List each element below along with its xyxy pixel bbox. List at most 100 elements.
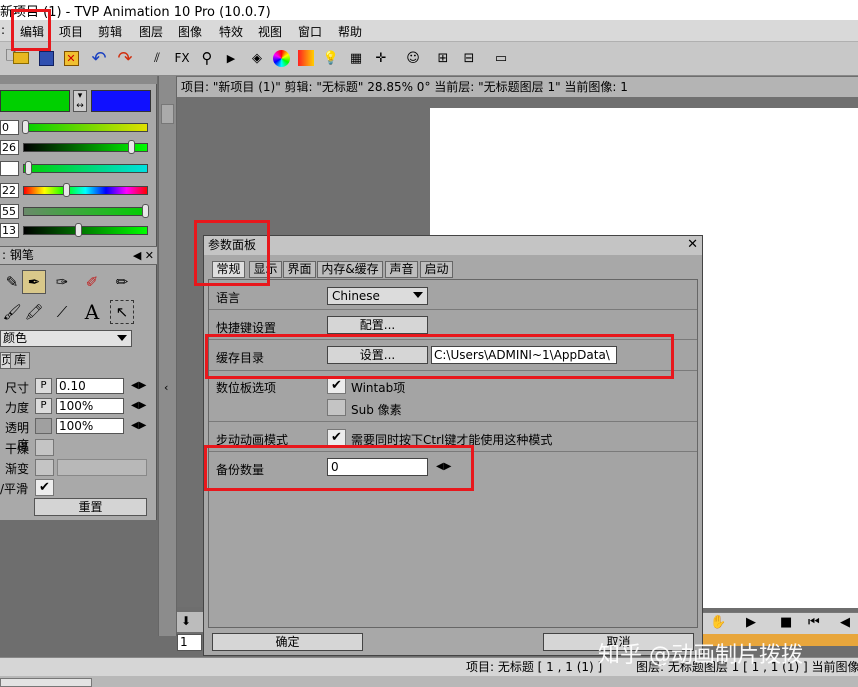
previous-frame-icon[interactable]: ◀ xyxy=(840,615,850,630)
red-slider-handle[interactable] xyxy=(22,120,29,134)
pencil-tool-icon[interactable]: ✎ xyxy=(0,270,24,294)
play-button-icon[interactable]: ▶ xyxy=(746,615,756,630)
red-slider[interactable] xyxy=(23,123,148,132)
ink-pen-tool-icon[interactable]: ✑ xyxy=(50,270,74,294)
subpixel-checkbox[interactable] xyxy=(327,399,346,416)
menu-window[interactable]: 窗口 xyxy=(298,23,322,40)
language-select[interactable]: Chinese xyxy=(327,287,428,305)
saturation-value[interactable]: 55 xyxy=(0,204,19,219)
blue-slider-handle[interactable] xyxy=(25,161,32,175)
opacity-pressure-button[interactable] xyxy=(35,418,52,434)
color-picker-icon[interactable] xyxy=(295,47,317,69)
ok-button[interactable]: 确定 xyxy=(212,633,363,651)
value-value[interactable]: 13 xyxy=(0,223,19,238)
swap-colors-icon[interactable]: ▾ ↔ xyxy=(73,90,87,112)
panel-splitter[interactable]: ‹ xyxy=(158,76,177,636)
menu-layer[interactable]: 图层 xyxy=(139,23,163,40)
secondary-color-swatch[interactable] xyxy=(91,90,151,112)
text-tool-icon[interactable]: A xyxy=(80,300,104,324)
tab-library[interactable]: 库 xyxy=(10,352,31,369)
power-input[interactable]: 100% xyxy=(56,398,124,414)
opacity-stepper-icon[interactable]: ◀▶ xyxy=(131,420,146,431)
hand-icon[interactable]: ✋ xyxy=(710,615,726,630)
menu-effects[interactable]: 特效 xyxy=(219,23,243,40)
power-pressure-button[interactable]: P xyxy=(35,398,52,414)
zoom-icon[interactable]: ⚲ xyxy=(196,47,218,69)
hue-slider-handle[interactable] xyxy=(63,183,70,197)
paintbrush-tool-icon[interactable]: 🖌 xyxy=(0,300,24,324)
hue-value[interactable]: 22 xyxy=(0,183,19,198)
close-icon[interactable]: ✕ xyxy=(687,236,698,254)
green-slider-handle[interactable] xyxy=(128,140,135,154)
undo-icon[interactable]: ↶ xyxy=(88,47,110,69)
saturation-slider-handle[interactable] xyxy=(142,204,149,218)
bottom-tab[interactable] xyxy=(0,678,92,687)
power-stepper-icon[interactable]: ◀▶ xyxy=(131,400,146,411)
current-frame-input[interactable]: 1 xyxy=(177,634,202,651)
hue-slider[interactable] xyxy=(23,186,148,195)
size-pressure-button[interactable]: P xyxy=(35,378,52,394)
layers-icon[interactable]: ◈ xyxy=(246,47,268,69)
gradient-checkbox[interactable] xyxy=(35,459,54,476)
close-project-icon[interactable]: ✕ xyxy=(60,47,82,69)
reset-button[interactable]: 重置 xyxy=(34,498,147,516)
tab-interface[interactable]: 界面 xyxy=(283,261,316,278)
brush-panel-buttons[interactable]: ◀ ✕ xyxy=(133,247,154,264)
primary-color-swatch[interactable] xyxy=(0,90,70,112)
play-icon[interactable]: ▶ xyxy=(220,47,242,69)
splitter-scroll-thumb[interactable] xyxy=(161,104,174,124)
menu-file-cut[interactable]: : xyxy=(1,23,5,37)
fx-icon[interactable]: FX xyxy=(171,47,193,69)
marker-tool-icon[interactable]: ✏ xyxy=(110,270,134,294)
blue-value[interactable] xyxy=(0,161,19,176)
menu-image[interactable]: 图像 xyxy=(178,23,202,40)
oil-brush-tool-icon[interactable]: 🖍 xyxy=(22,300,46,324)
collapse-panel-icon[interactable]: ‹ xyxy=(164,381,168,394)
saturation-slider[interactable] xyxy=(23,207,148,216)
redo-icon[interactable]: ↷ xyxy=(114,47,136,69)
brush-panel-header: : 钢笔 ◀ ✕ xyxy=(0,246,157,265)
size-input[interactable]: 0.10 xyxy=(56,378,124,394)
split-view-icon[interactable]: ⊟ xyxy=(458,47,480,69)
wintab-checkbox[interactable]: ✔ xyxy=(327,377,346,394)
pen-tool-icon[interactable]: ✒ xyxy=(22,270,46,294)
configure-shortcuts-button[interactable]: 配置... xyxy=(327,316,428,334)
smooth-checkbox[interactable]: ✔ xyxy=(35,479,54,496)
tab-sound[interactable]: 声音 xyxy=(385,261,418,278)
tab-memory-cache[interactable]: 内存&缓存 xyxy=(317,261,383,278)
grid-icon[interactable]: ⊞ xyxy=(432,47,454,69)
blue-slider[interactable] xyxy=(23,164,148,173)
highlight-edit-menu xyxy=(11,9,51,51)
stop-button-icon[interactable]: ■ xyxy=(780,615,792,630)
calculator-icon[interactable]: ▦ xyxy=(345,47,367,69)
menu-clip[interactable]: 剪辑 xyxy=(98,23,122,40)
subpixel-label: Sub 像素 xyxy=(351,403,402,417)
language-value: Chinese xyxy=(332,289,380,303)
airbrush-tool-icon[interactable]: ✐ xyxy=(80,270,104,294)
color-mode-select[interactable]: 颜色 xyxy=(0,330,132,347)
lightbulb-icon[interactable]: 💡 xyxy=(320,47,342,69)
first-frame-icon[interactable]: ⏮ xyxy=(808,615,820,630)
chevron-down-icon xyxy=(117,335,127,341)
value-slider-handle[interactable] xyxy=(75,223,82,237)
crayon-tool-icon[interactable]: ⟋ xyxy=(50,300,74,324)
select-arrow-icon[interactable]: ↖ xyxy=(110,300,134,324)
monitor-icon[interactable]: ▭ xyxy=(490,47,512,69)
menu-view[interactable]: 视图 xyxy=(258,23,282,40)
transform-icon[interactable]: ✛ xyxy=(370,47,392,69)
size-stepper-icon[interactable]: ◀▶ xyxy=(131,380,146,391)
green-value[interactable]: 26 xyxy=(0,140,19,155)
dry-checkbox[interactable] xyxy=(35,439,54,456)
step-animation-checkbox[interactable]: ✔ xyxy=(327,429,346,446)
down-arrow-icon[interactable]: ⬇ xyxy=(181,614,191,628)
opacity-input[interactable]: 100% xyxy=(56,418,124,434)
value-slider[interactable] xyxy=(23,226,148,235)
tab-startup[interactable]: 启动 xyxy=(420,261,453,278)
menu-help[interactable]: 帮助 xyxy=(338,23,362,40)
color-wheel-icon[interactable] xyxy=(270,47,292,69)
red-value[interactable]: 0 xyxy=(0,120,19,135)
character-icon[interactable]: ☺ xyxy=(402,47,424,69)
brush-toggle-icon[interactable]: ⫽ xyxy=(146,47,168,69)
menu-project[interactable]: 项目 xyxy=(59,23,83,40)
gradient-field[interactable] xyxy=(57,459,147,476)
